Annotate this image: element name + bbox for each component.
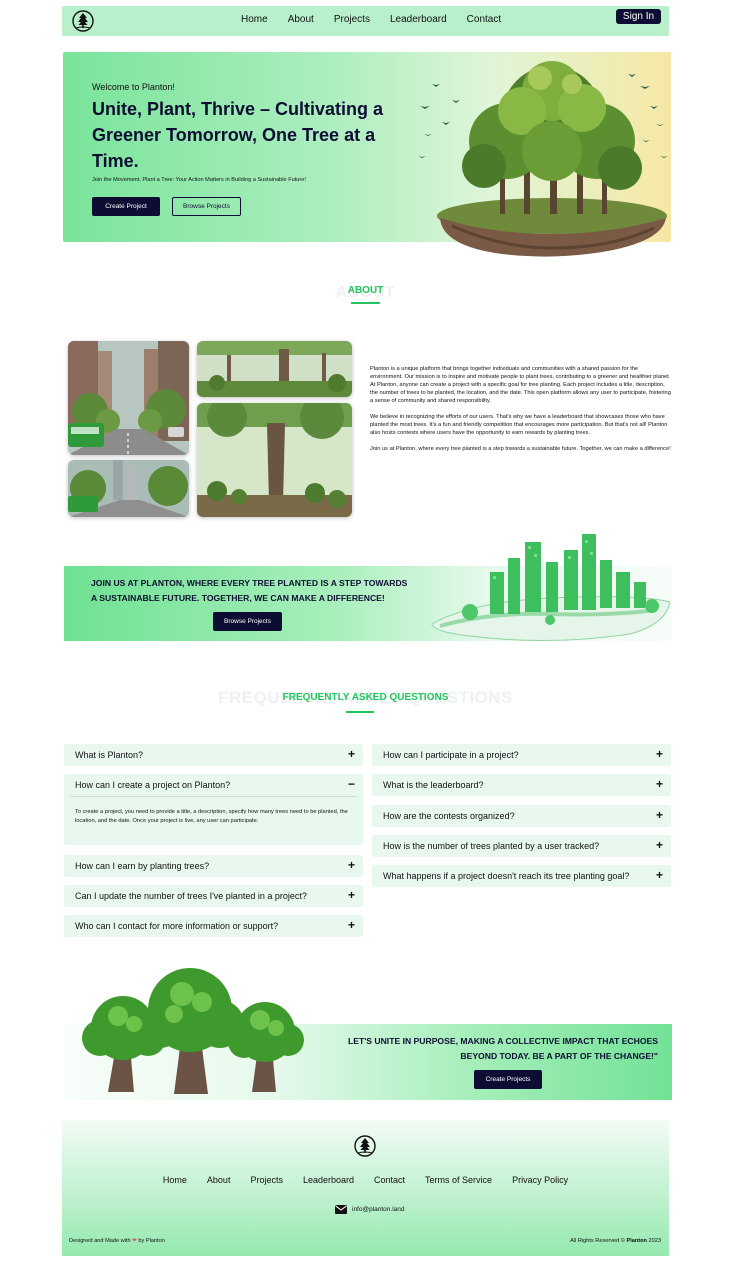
faq-question: What is the leaderboard? — [383, 780, 484, 790]
faq-item-update-trees[interactable]: Can I update the number of trees I've pl… — [64, 885, 363, 907]
nav-link-contact[interactable]: Contact — [467, 14, 501, 25]
nav-link-leaderboard[interactable]: Leaderboard — [390, 14, 447, 25]
faq-divider — [70, 796, 357, 797]
unite-create-projects-button[interactable]: Create Projects — [474, 1070, 542, 1089]
footer: Home About Projects Leaderboard Contact … — [62, 1120, 669, 1256]
plus-icon[interactable]: + — [348, 748, 355, 760]
faq-item-contests[interactable]: How are the contests organized? + — [372, 805, 671, 827]
browse-projects-button[interactable]: Browse Projects — [172, 197, 241, 216]
footer-rights-year: 2023 — [648, 1238, 661, 1244]
plus-icon[interactable]: + — [348, 919, 355, 931]
plus-icon[interactable]: + — [656, 778, 663, 790]
create-project-button[interactable]: Create Project — [92, 197, 160, 216]
three-trees-illustration — [82, 968, 304, 1094]
hero-title: Unite, Plant, Thrive – Cultivating a Gre… — [92, 99, 384, 171]
join-browse-projects-button[interactable]: Browse Projects — [213, 612, 282, 631]
about-heading: ABOUT — [347, 285, 384, 296]
plus-icon[interactable]: + — [656, 839, 663, 851]
forest-photo-1 — [197, 341, 352, 397]
footer-link-projects[interactable]: Projects — [250, 1175, 283, 1185]
footer-made-prefix: Designed and Made with — [69, 1238, 131, 1244]
footer-made-suffix: by Planton — [138, 1238, 165, 1244]
footer-link-contact[interactable]: Contact — [374, 1175, 405, 1185]
faq-question: What is Planton? — [75, 750, 144, 760]
city-street-photo — [68, 341, 189, 455]
nav-link-about[interactable]: About — [288, 14, 314, 25]
mail-icon — [335, 1205, 347, 1214]
faq-heading-underline — [346, 711, 374, 713]
plus-icon[interactable]: + — [348, 889, 355, 901]
about-paragraph: Join us at Planton, where every tree pla… — [370, 446, 671, 452]
footer-email-text[interactable]: info@planton.land — [352, 1206, 405, 1213]
heart-icon: ❤ — [132, 1238, 137, 1244]
faq-question: What happens if a project doesn't reach … — [383, 871, 630, 881]
signin-button[interactable]: Sign In — [616, 9, 661, 24]
about-heading-underline — [351, 302, 380, 304]
footer-rights-brand: Planton — [626, 1238, 647, 1244]
forest-photo-2 — [197, 403, 352, 517]
footer-rights: All Rights Reserved © Planton 2023 — [570, 1238, 661, 1244]
nav-links: Home About Projects Leaderboard Contact — [241, 14, 521, 25]
plus-icon[interactable]: + — [656, 809, 663, 821]
tree-circle-logo-icon[interactable] — [354, 1135, 376, 1157]
faq-heading: FREQUENTLY ASKED QUESTIONS — [282, 692, 449, 703]
faq-item-tracking[interactable]: How is the number of trees planted by a … — [372, 835, 671, 857]
faq-item-contact[interactable]: Who can I contact for more information o… — [64, 915, 363, 937]
faq-question: How can I earn by planting trees? — [75, 861, 210, 871]
footer-rights-prefix: All Rights Reserved © — [570, 1238, 625, 1244]
hero-subtitle: Join the Movement, Plant a Tree: Your Ac… — [92, 177, 306, 183]
footer-made-with: Designed and Made with ❤ by Planton — [69, 1238, 165, 1244]
footer-link-home[interactable]: Home — [163, 1175, 187, 1185]
plus-icon[interactable]: + — [656, 748, 663, 760]
faq-question: How are the contests organized? — [383, 811, 515, 821]
tree-island-illustration — [418, 61, 668, 257]
about-paragraph: We believe in recognizing the efforts of… — [370, 414, 668, 436]
faq-item-participate[interactable]: How can I participate in a project? + — [372, 744, 671, 766]
unite-banner-title: LET'S UNITE IN PURPOSE, MAKING A COLLECT… — [348, 1036, 658, 1061]
plus-icon[interactable]: + — [348, 859, 355, 871]
about-text: Planton is a unique platform that brings… — [370, 365, 672, 461]
faq-answer: To create a project, you need to provide… — [75, 809, 348, 824]
footer-email[interactable]: info@planton.land — [335, 1205, 405, 1214]
about-paragraph: Planton is a unique platform that brings… — [370, 366, 671, 404]
faq-item-create-project-open[interactable]: How can I create a project on Planton? −… — [64, 774, 363, 845]
city-street-photo-2 — [68, 460, 189, 517]
navbar: Home About Projects Leaderboard Contact … — [62, 6, 669, 36]
footer-link-terms[interactable]: Terms of Service — [425, 1175, 492, 1185]
faq-item-leaderboard[interactable]: What is the leaderboard? + — [372, 774, 671, 796]
footer-link-leaderboard[interactable]: Leaderboard — [303, 1175, 354, 1185]
nav-link-home[interactable]: Home — [241, 14, 268, 25]
footer-link-privacy[interactable]: Privacy Policy — [512, 1175, 568, 1185]
faq-item-goal[interactable]: What happens if a project doesn't reach … — [372, 865, 671, 887]
faq-question: Can I update the number of trees I've pl… — [75, 891, 307, 901]
faq-question: Who can I contact for more information o… — [75, 921, 279, 931]
faq-question: How can I create a project on Planton? — [75, 780, 231, 790]
footer-links: Home About Projects Leaderboard Contact … — [62, 1175, 669, 1185]
faq-item-what-is-planton[interactable]: What is Planton? + — [64, 744, 363, 766]
green-city-illustration — [431, 534, 671, 642]
tree-circle-logo-icon[interactable] — [72, 10, 94, 32]
nav-link-projects[interactable]: Projects — [334, 14, 370, 25]
faq-question: How is the number of trees planted by a … — [383, 841, 600, 851]
hero-kicker: Welcome to Planton! — [92, 82, 175, 92]
plus-icon[interactable]: + — [656, 869, 663, 881]
faq-item-earn[interactable]: How can I earn by planting trees? + — [64, 855, 363, 877]
footer-link-about[interactable]: About — [207, 1175, 231, 1185]
minus-icon[interactable]: − — [348, 778, 355, 790]
faq-question: How can I participate in a project? — [383, 750, 519, 760]
join-banner-title: JOIN US AT PLANTON, WHERE EVERY TREE PLA… — [91, 578, 408, 603]
